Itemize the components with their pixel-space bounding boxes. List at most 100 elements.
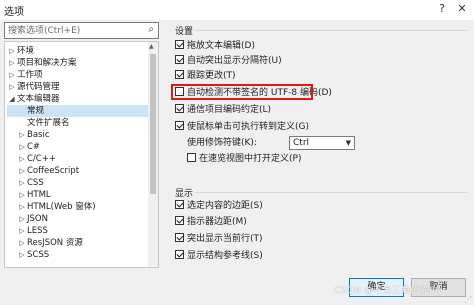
tree-item-coffeescript[interactable]: ▷ CoffeeScript	[17, 165, 149, 177]
tree-item-label: ResJSON 资源	[27, 238, 83, 248]
expand-arrow-icon[interactable]: ▷	[7, 69, 17, 81]
search-icon[interactable]: ⌕	[148, 24, 154, 35]
checkbox[interactable]	[175, 121, 184, 130]
expand-arrow-icon[interactable]: ▷	[17, 141, 27, 153]
tree-scrollbar[interactable]: ▲	[148, 42, 158, 267]
option-label: 拖放文本编辑(D)	[187, 41, 255, 51]
peek-definition-option[interactable]: 在速览视图中打开定义(P)	[187, 153, 301, 165]
option-label: 在速览视图中打开定义(P)	[199, 154, 302, 164]
red-highlight-box	[171, 84, 313, 100]
options-tree: ▷ 环境 ▷ 项目和解决方案 ▷ 工作项 ▷ 源代码管理 ◢ 文本编辑器 常规 文件扩展名…	[4, 41, 159, 268]
checkbox[interactable]	[175, 55, 184, 64]
drag-drop-editing-option[interactable]: 拖放文本编辑(D)	[175, 40, 255, 52]
help-button[interactable]: ?	[433, 1, 451, 17]
option-label: 选定内容的边距(S)	[187, 201, 263, 211]
checkbox[interactable]	[175, 233, 184, 242]
expand-arrow-icon[interactable]: ▷	[17, 129, 27, 141]
modifier-key-label: 使用修饰符键(K):	[187, 138, 257, 148]
expand-arrow-icon[interactable]: ▷	[7, 57, 17, 69]
tree-item-label: C/C++	[27, 154, 56, 164]
selection-margin-option[interactable]: 选定内容的边距(S)	[175, 200, 263, 212]
scrollbar-thumb[interactable]	[150, 54, 156, 194]
checkbox[interactable]	[175, 200, 184, 209]
tree-item-label: HTML(Web 窗体)	[27, 202, 96, 212]
project-encoding-option[interactable]: 通信项目编码约定(L)	[175, 104, 271, 116]
checkbox[interactable]	[175, 216, 184, 225]
modifier-key-value: Ctrl	[293, 138, 310, 148]
tree-item-work-items[interactable]: ▷ 工作项	[7, 69, 149, 81]
structure-guides-option[interactable]: 显示结构参考线(S)	[175, 250, 263, 262]
tree-item-label: 项目和解决方案	[17, 58, 77, 68]
resize-grip-icon[interactable]: ⋰	[464, 295, 472, 304]
tree-item-basic[interactable]: ▷ Basic	[17, 129, 149, 141]
tree-item-scss[interactable]: ▷ SCSS	[17, 249, 149, 261]
settings-divider	[195, 30, 467, 31]
option-label: 通信项目编码约定(L)	[187, 105, 272, 115]
expand-arrow-icon[interactable]: ▷	[17, 249, 27, 261]
expand-arrow-icon[interactable]: ▷	[17, 153, 27, 165]
display-section-title: 显示	[175, 189, 194, 199]
tree-item-label: 常规	[27, 106, 45, 116]
tree-item-css[interactable]: ▷ CSS	[17, 177, 149, 189]
scroll-up-icon[interactable]: ▲	[149, 43, 154, 50]
checkbox[interactable]	[175, 40, 184, 49]
tree-item-label: CoffeeScript	[27, 166, 80, 176]
tree-item-text-editor[interactable]: ◢ 文本编辑器	[7, 93, 149, 105]
option-label: 自动突出显示分隔符(U)	[187, 56, 282, 66]
display-divider	[195, 192, 467, 193]
click-go-to-definition-option[interactable]: 使鼠标单击可执行转到定义(G)	[175, 121, 309, 133]
option-label: 跟踪更改(T)	[187, 71, 236, 81]
tree-item-label: SCSS	[27, 250, 50, 260]
indicator-margin-option[interactable]: 指示器边距(M)	[175, 216, 247, 228]
close-button[interactable]: ✕	[453, 1, 471, 17]
window-title: 选项	[4, 7, 24, 18]
expand-arrow-icon[interactable]: ▷	[17, 165, 27, 177]
option-label: 突出显示当前行(T)	[187, 234, 263, 244]
title-bar: 选项 ? ✕	[0, 0, 474, 20]
expand-arrow-icon[interactable]: ▷	[17, 237, 27, 249]
search-input[interactable]	[5, 23, 158, 38]
checkbox[interactable]	[187, 153, 196, 162]
search-box[interactable]: ⌕	[4, 22, 159, 39]
expand-arrow-icon[interactable]: ▷	[17, 213, 27, 225]
tree-item-csharp[interactable]: ▷ C#	[17, 141, 149, 153]
tree-item-environment[interactable]: ▷ 环境	[7, 45, 149, 57]
tree-item-label: 文件扩展名	[27, 118, 70, 128]
tree-item-label: CSS	[27, 178, 44, 188]
tree-item-source-control[interactable]: ▷ 源代码管理	[7, 81, 149, 93]
option-label: 指示器边距(M)	[187, 217, 247, 227]
tree-item-resjson[interactable]: ▷ ResJSON 资源	[17, 237, 149, 249]
track-changes-option[interactable]: 跟踪更改(T)	[175, 70, 236, 82]
collapse-arrow-icon[interactable]: ◢	[7, 93, 17, 105]
highlight-delimiters-option[interactable]: 自动突出显示分隔符(U)	[175, 55, 282, 67]
checkbox[interactable]	[175, 250, 184, 259]
expand-arrow-icon[interactable]: ▷	[7, 45, 17, 57]
tree-item-projects[interactable]: ▷ 项目和解决方案	[7, 57, 149, 69]
tree-item-general[interactable]: 常规	[7, 105, 149, 117]
tree-item-label: Basic	[27, 130, 50, 140]
tree-item-label: HTML	[27, 190, 51, 200]
tree-item-label: 环境	[17, 46, 35, 56]
tree-item-html-webforms[interactable]: ▷ HTML(Web 窗体)	[17, 201, 149, 213]
option-label: 显示结构参考线(S)	[187, 251, 263, 261]
tree-item-label: LESS	[27, 226, 48, 236]
tree-item-label: JSON	[27, 214, 48, 224]
chevron-down-icon[interactable]: ▼	[346, 137, 351, 149]
expand-arrow-icon[interactable]: ▷	[17, 189, 27, 201]
checkbox[interactable]	[175, 104, 184, 113]
settings-section-title: 设置	[175, 27, 194, 37]
tree-item-label: 工作项	[17, 70, 43, 80]
watermark: CSDN @不会三角的猫08	[334, 286, 442, 296]
tree-item-cpp[interactable]: ▷ C/C++	[17, 153, 149, 165]
expand-arrow-icon[interactable]: ▷	[17, 177, 27, 189]
highlight-current-line-option[interactable]: 突出显示当前行(T)	[175, 233, 263, 245]
expand-arrow-icon[interactable]: ▷	[7, 81, 17, 93]
tree-item-less[interactable]: ▷ LESS	[17, 225, 149, 237]
checkbox[interactable]	[175, 70, 184, 79]
expand-arrow-icon[interactable]: ▷	[17, 225, 27, 237]
expand-arrow-icon[interactable]: ▷	[17, 201, 27, 213]
tree-item-json[interactable]: ▷ JSON	[17, 213, 149, 225]
tree-item-html[interactable]: ▷ HTML	[17, 189, 149, 201]
modifier-key-select[interactable]: Ctrl ▼	[289, 136, 355, 150]
tree-item-file-extensions[interactable]: 文件扩展名	[17, 117, 149, 129]
